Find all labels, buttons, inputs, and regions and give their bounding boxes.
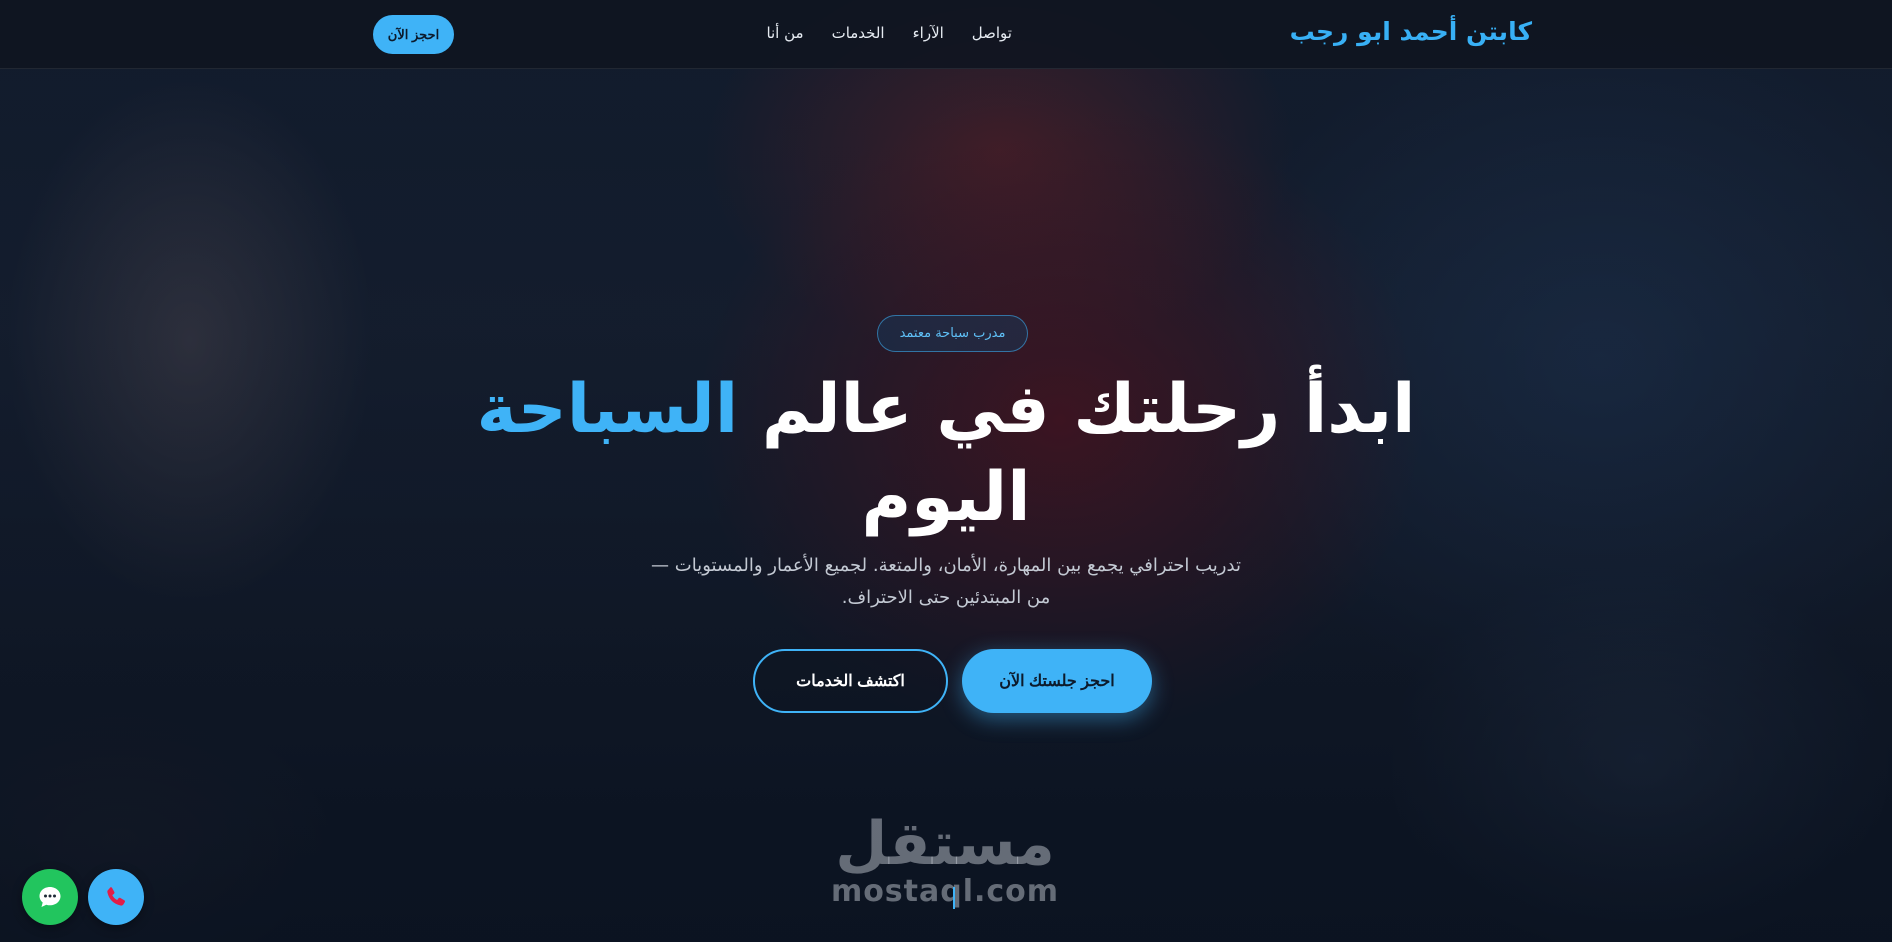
text-cursor (953, 887, 955, 909)
hero-headline: ابدأ رحلتك في عالم السباحة اليوم (446, 366, 1446, 542)
nav-link-services[interactable]: الخدمات (832, 24, 885, 42)
brand-logo[interactable]: كابتن أحمد ابو رجب (1290, 17, 1532, 46)
headline-text-start: ابدأ رحلتك في عالم (738, 370, 1416, 449)
navbar: كابتن أحمد ابو رجب من أنا الخدمات الآراء… (0, 0, 1892, 69)
hero-subtitle: تدريب احترافي يجمع بين المهارة، الأمان، … (596, 550, 1296, 614)
nav-link-contact[interactable]: تواصل (972, 24, 1012, 42)
chat-bubble-icon (39, 887, 61, 907)
book-session-button[interactable]: احجز جلستك الآن (962, 649, 1152, 713)
mostaql-watermark: مستقل mostaql.com (820, 812, 1070, 908)
subtitle-line-1: تدريب احترافي يجمع بين المهارة، الأمان، … (651, 555, 1241, 576)
explore-services-button[interactable]: اكتشف الخدمات (753, 649, 948, 713)
nav-link-testimonials[interactable]: الآراء (913, 24, 944, 42)
headline-text-end: اليوم (861, 458, 1031, 537)
nav-links: من أنا الخدمات الآراء تواصل (766, 24, 1012, 42)
watermark-latin-text: mostaql.com (830, 874, 1060, 909)
whatsapp-button[interactable] (22, 869, 78, 925)
nav-link-about[interactable]: من أنا (766, 24, 803, 42)
headline-accent-word: السباحة (476, 370, 739, 449)
phone-call-button[interactable] (88, 869, 144, 925)
phone-icon (107, 887, 126, 906)
nav-book-now-button[interactable]: احجز الآن (373, 15, 454, 54)
subtitle-line-2: من المبتدئين حتى الاحتراف. (841, 587, 1051, 608)
watermark-arabic-text: مستقل (835, 809, 1055, 879)
certified-coach-badge: مدرب سباحة معتمد (877, 315, 1028, 352)
